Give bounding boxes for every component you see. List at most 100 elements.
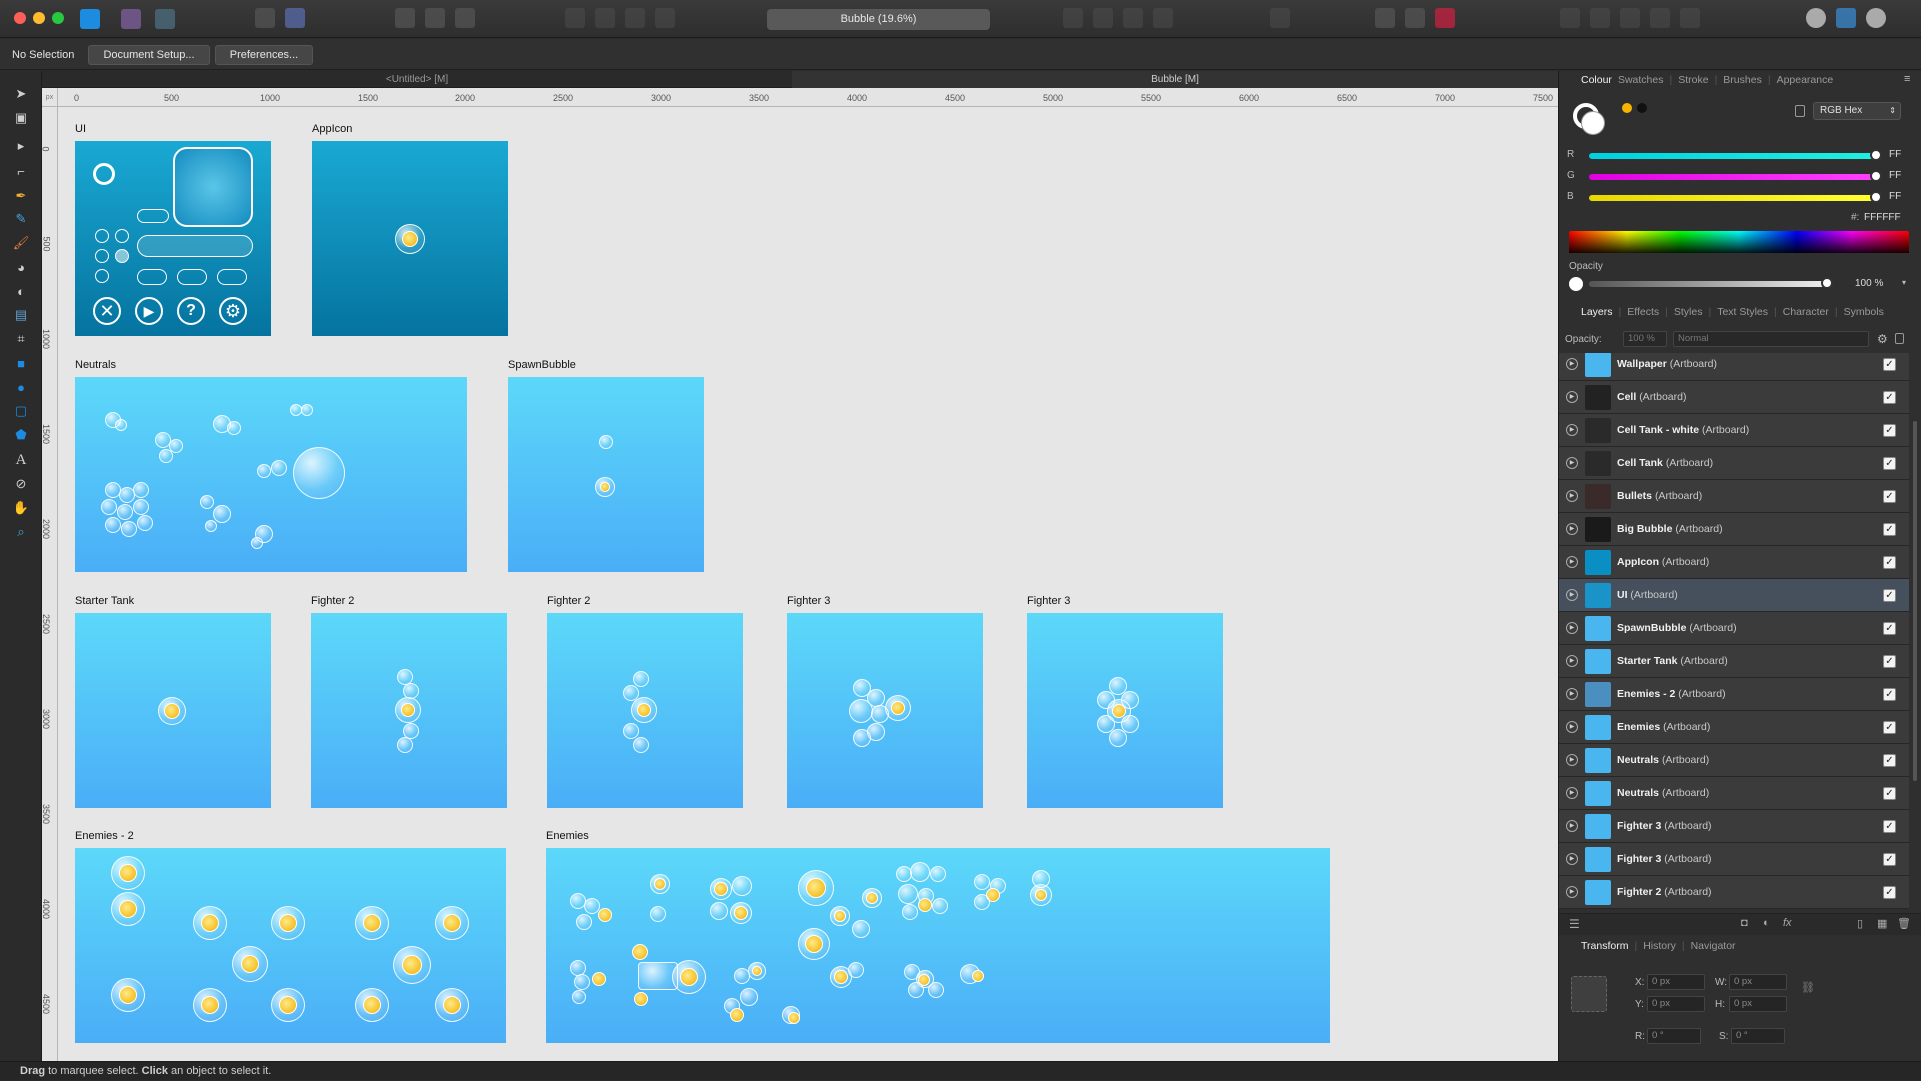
expand-icon[interactable]: ▶ [1566,490,1578,502]
add-layer-icon[interactable]: ▯ [1857,917,1863,930]
preferences-button[interactable]: Preferences... [215,45,313,65]
pen-tool-icon[interactable]: ✒ [11,186,31,206]
blend-mode-select[interactable]: Normal [1673,331,1869,347]
artboard-fighter2a[interactable] [311,613,507,808]
green-value[interactable]: FF [1889,170,1901,181]
layer-row[interactable]: ▶ Wallpaper (Artboard) ✓ [1559,353,1909,381]
colour-spectrum[interactable] [1569,231,1909,253]
red-slider[interactable]: R FF [1567,149,1907,163]
expand-icon[interactable]: ▶ [1566,622,1578,634]
y-field[interactable]: 0 px [1647,996,1705,1012]
shape-tool-icon[interactable]: ⬟ [11,425,31,445]
layer-row[interactable]: ▶ Bullets (Artboard) ✓ [1559,480,1909,513]
opacity-knob[interactable] [1821,277,1833,289]
layer-row[interactable]: ▶ Enemies - 2 (Artboard) ✓ [1559,678,1909,711]
visibility-checkbox[interactable]: ✓ [1883,457,1896,470]
expand-icon[interactable]: ▶ [1566,556,1578,568]
visibility-checkbox[interactable]: ✓ [1883,556,1896,569]
opacity-value[interactable]: 100 % [1855,278,1883,289]
visibility-checkbox[interactable]: ✓ [1883,754,1896,767]
expand-icon[interactable]: ▶ [1566,886,1578,898]
clip-canvas-icon[interactable] [425,8,445,28]
layer-settings-gear-icon[interactable]: ⚙ [1877,332,1888,346]
fill-icon[interactable] [1806,8,1826,28]
visibility-checkbox[interactable]: ✓ [1883,853,1896,866]
visibility-checkbox[interactable]: ✓ [1883,787,1896,800]
expand-icon[interactable]: ▶ [1566,787,1578,799]
layer-row[interactable]: ▶ Neutrals (Artboard) ✓ [1559,744,1909,777]
layer-row[interactable]: ▶ Starter Tank (Artboard) ✓ [1559,645,1909,678]
layer-row[interactable]: ▶ Cell Tank - white (Artboard) ✓ [1559,414,1909,447]
document-title[interactable]: Bubble (19.6%) [767,9,990,30]
blue-slider[interactable]: B FF [1567,191,1907,205]
red-knob[interactable] [1870,149,1882,161]
layer-row[interactable]: ▶ Fighter 3 (Artboard) ✓ [1559,843,1909,876]
adjustment-icon[interactable]: ◐ [1763,917,1770,929]
boolean-intersect-icon[interactable] [1620,8,1640,28]
artboard-fighter2b[interactable] [547,613,743,808]
artboard-starter-tank[interactable] [75,613,271,808]
color-picker-tool-icon[interactable]: ⊘ [11,474,31,494]
zoom-window-button[interactable] [52,12,64,24]
blue-track[interactable] [1589,195,1875,201]
flip-vertical-icon[interactable] [1093,8,1113,28]
pencil-tool-icon[interactable]: ✎ [11,209,31,229]
visibility-checkbox[interactable]: ✓ [1883,490,1896,503]
green-track[interactable] [1589,174,1875,180]
canvas[interactable]: UI ✕ ▶ ? ⚙ AppIcon Neutrals SpawnBubble … [58,107,1558,1061]
link-icon[interactable]: ⛓ [1801,981,1815,994]
expand-icon[interactable]: ▶ [1566,391,1578,403]
boolean-subtract-icon[interactable] [1590,8,1610,28]
expand-icon[interactable]: ▶ [1566,358,1578,370]
assistant-icon[interactable] [255,8,275,28]
anchor-selector[interactable] [1571,976,1607,1012]
tab-appearance[interactable]: Appearance [1777,74,1834,86]
tab-history[interactable]: History [1643,940,1676,952]
arrange-front-icon[interactable] [655,8,675,28]
trash-icon[interactable]: 🗑 [1897,917,1911,930]
visibility-checkbox[interactable]: ✓ [1883,358,1896,371]
transparency-tool-icon[interactable]: ◐ [11,281,31,301]
mask-icon[interactable]: ◘ [1741,917,1748,929]
layer-row[interactable]: ▶ Big Bubble (Artboard) ✓ [1559,513,1909,546]
snapping-magnet-icon[interactable] [1435,8,1455,28]
rotate-left-icon[interactable] [1123,8,1143,28]
visibility-checkbox[interactable]: ✓ [1883,688,1896,701]
fill-swatch[interactable] [1581,111,1605,135]
hand-tool-icon[interactable]: ✋ [11,498,31,518]
fit-artboard-icon[interactable] [455,8,475,28]
visibility-checkbox[interactable]: ✓ [1883,655,1896,668]
brush-tool-icon[interactable]: 🖌 [11,233,31,253]
crop-tool-icon[interactable]: ⌗ [11,329,31,349]
move-tool-icon[interactable]: ➤ [11,84,31,104]
visibility-checkbox[interactable]: ✓ [1883,424,1896,437]
expand-icon[interactable]: ▶ [1566,523,1578,535]
h-field[interactable]: 0 px [1729,996,1787,1012]
expand-icon[interactable]: ▶ [1566,688,1578,700]
minimize-window-button[interactable] [33,12,45,24]
artboard-enemies[interactable] [546,848,1330,1043]
snapping-icon[interactable] [285,8,305,28]
tab-transform[interactable]: Transform [1581,940,1628,952]
opacity-track[interactable] [1589,281,1825,287]
artboard-label-appicon[interactable]: AppIcon [312,123,352,135]
tab-symbols[interactable]: Symbols [1844,306,1884,318]
lock-icon[interactable] [1895,333,1904,344]
panel-menu-icon[interactable]: ≡ [1904,73,1910,85]
layer-stack-icon[interactable]: ☰ [1569,917,1580,931]
layer-row[interactable]: ▶ Fighter 2 (Artboard) ✓ [1559,876,1909,909]
arrange-backward-icon[interactable] [595,8,615,28]
artboard-fighter3b[interactable] [1027,613,1223,808]
boolean-divide-icon[interactable] [1680,8,1700,28]
green-knob[interactable] [1870,170,1882,182]
tab-effects[interactable]: Effects [1627,306,1659,318]
place-image-tool-icon[interactable]: ▤ [11,305,31,325]
artboard-neutrals[interactable] [75,377,467,572]
blue-knob[interactable] [1870,191,1882,203]
tab-brushes[interactable]: Brushes [1723,74,1762,86]
grid-icon[interactable] [1375,8,1395,28]
expand-icon[interactable]: ▶ [1566,457,1578,469]
artboard-label-neutrals[interactable]: Neutrals [75,359,116,371]
node-tool-icon[interactable]: ▸ [11,136,31,156]
shear-field[interactable]: 0 ° [1731,1028,1785,1044]
